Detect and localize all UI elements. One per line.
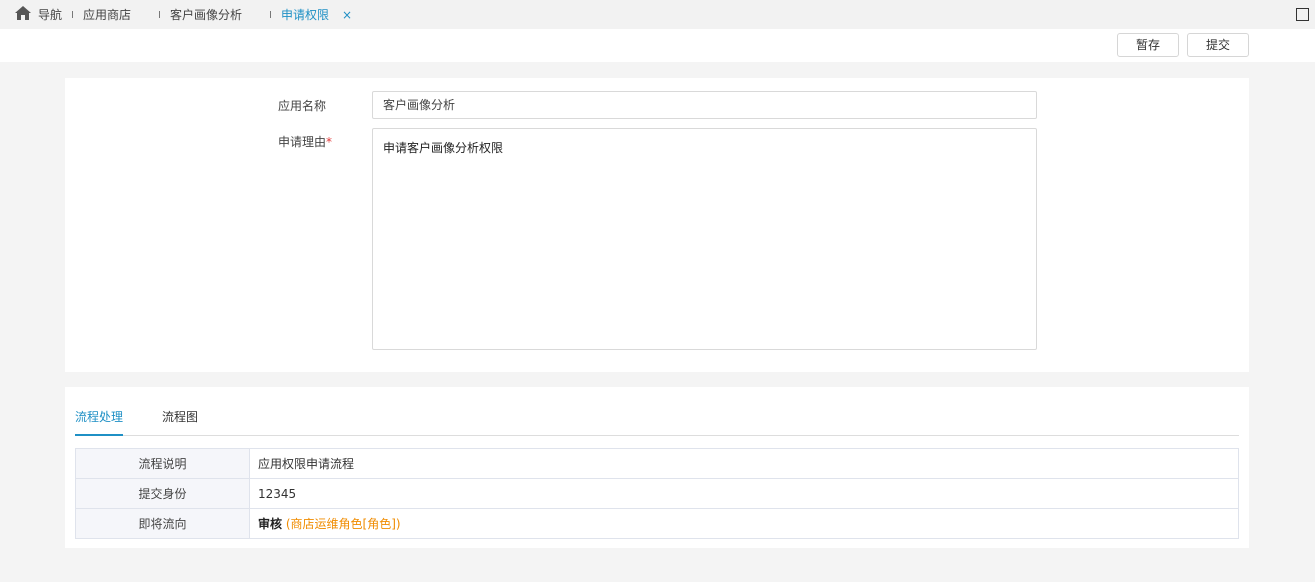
next-step-name: 审核 <box>258 517 283 531</box>
row-value: 审核 (商店运维角色[角色]) <box>249 508 1239 539</box>
tab-separator <box>270 11 271 18</box>
table-row: 提交身份 12345 <box>75 478 1239 509</box>
row-value: 12345 <box>249 478 1239 509</box>
table-row: 流程说明 应用权限申请流程 <box>75 448 1239 479</box>
close-icon[interactable]: × <box>342 7 352 23</box>
reason-label-text: 申请理由 <box>278 135 327 149</box>
active-tab-indicator <box>75 434 123 436</box>
tab-bar: 导航 应用商店 客户画像分析 申请权限 × <box>0 0 1315 29</box>
tab-flowchart[interactable]: 流程图 <box>162 409 198 425</box>
required-mark: * <box>326 135 333 149</box>
home-icon[interactable] <box>15 6 31 20</box>
tab-process-handling[interactable]: 流程处理 <box>75 409 123 425</box>
row-value: 应用权限申请流程 <box>249 448 1239 479</box>
tab-apply-permission[interactable]: 申请权限 <box>281 7 329 23</box>
tab-separator <box>72 11 73 18</box>
app-name-label: 应用名称 <box>278 99 327 113</box>
tab-nav[interactable]: 导航 <box>38 7 62 23</box>
submit-button[interactable]: 提交 <box>1187 33 1249 57</box>
process-panel: 流程处理 流程图 流程说明 应用权限申请流程 提交身份 12345 即将流向 审… <box>65 387 1249 548</box>
application-form: 应用名称 客户画像分析 申请理由* 申请客户画像分析权限 <box>65 78 1249 372</box>
tab-app-store[interactable]: 应用商店 <box>83 7 131 23</box>
app-name-field[interactable]: 客户画像分析 <box>372 91 1037 119</box>
row-key: 即将流向 <box>75 508 250 539</box>
reason-textarea[interactable]: 申请客户画像分析权限 <box>372 128 1037 350</box>
tab-separator <box>159 11 160 18</box>
tab-customer-profile[interactable]: 客户画像分析 <box>170 7 242 23</box>
maximize-icon[interactable] <box>1296 8 1309 21</box>
row-key: 提交身份 <box>75 478 250 509</box>
next-step-role: (商店运维角色[角色]) <box>285 517 401 531</box>
table-row: 即将流向 审核 (商店运维角色[角色]) <box>75 508 1239 539</box>
process-table: 流程说明 应用权限申请流程 提交身份 12345 即将流向 审核 (商店运维角色… <box>75 448 1239 539</box>
toolbar: 暂存 提交 <box>0 29 1315 62</box>
tab-divider <box>75 435 1239 436</box>
save-draft-button[interactable]: 暂存 <box>1117 33 1179 57</box>
reason-label: 申请理由* <box>278 133 332 150</box>
row-key: 流程说明 <box>75 448 250 479</box>
